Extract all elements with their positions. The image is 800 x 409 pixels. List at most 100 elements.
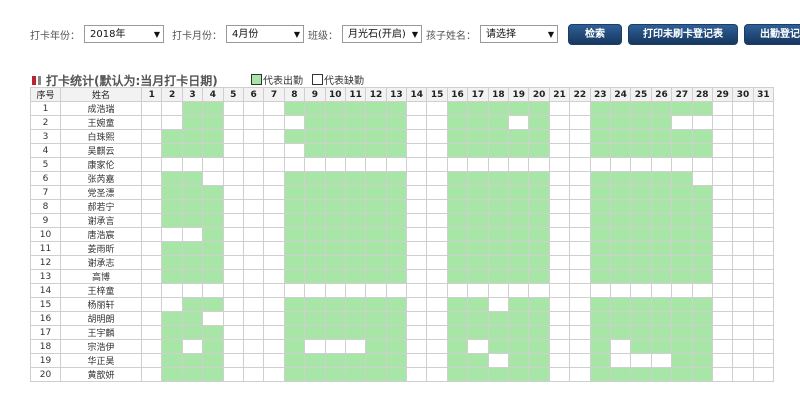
cell-absent (426, 227, 448, 242)
cell-absent (752, 101, 775, 116)
attendance-form-button[interactable]: 出勤登记表 (744, 23, 800, 45)
cell-present (487, 171, 510, 186)
print-unmarked-button[interactable]: 打印未刷卡登记表 (628, 23, 738, 45)
search-button[interactable]: 检索 (568, 23, 622, 45)
year-value: 2018年 (90, 29, 126, 40)
cell-present (467, 171, 489, 186)
cell-present (671, 269, 693, 284)
cell-present (304, 241, 326, 256)
cell-present (528, 269, 550, 284)
cell-present (508, 171, 530, 186)
cell-absent (426, 129, 448, 144)
cell-present (365, 325, 387, 340)
cell-present (487, 255, 510, 270)
cell-present (446, 101, 469, 116)
table-row: 3 白珠熙 (30, 129, 775, 144)
cell-present (467, 101, 489, 116)
cell-absent (569, 199, 591, 214)
cell-present (589, 353, 611, 368)
cell-absent (569, 143, 591, 158)
cell-present (202, 143, 224, 158)
cell-present (630, 213, 652, 228)
cell-present (467, 297, 489, 312)
header-day: 24 (609, 87, 632, 102)
cell-present (528, 311, 550, 326)
cell-absent (752, 283, 775, 298)
header-day: 8 (283, 87, 306, 102)
child-select[interactable]: 请选择 ▼ (480, 25, 558, 43)
cell-present (589, 325, 611, 340)
cell-present (324, 185, 346, 200)
cell-absent (528, 157, 550, 172)
cell-absent (242, 353, 265, 368)
cell-absent (691, 115, 713, 130)
cell-present (324, 269, 346, 284)
cell-present (304, 227, 326, 242)
table-row: 13 高博 (30, 269, 775, 284)
cell-present (691, 129, 713, 144)
cell-present (528, 115, 550, 130)
header-day: 26 (650, 87, 673, 102)
cell-present (650, 171, 673, 186)
cell-present (609, 213, 632, 228)
cell-present (446, 353, 469, 368)
cell-absent (406, 143, 428, 158)
cell-present (609, 367, 632, 382)
cell-absent (222, 129, 244, 144)
cell-present (161, 143, 183, 158)
cell-present (365, 353, 387, 368)
cell-absent (711, 129, 734, 144)
cell-present (691, 241, 713, 256)
cell-absent (446, 157, 469, 172)
cell-present (202, 213, 224, 228)
row-name: 姜雨昕 (60, 241, 142, 256)
cell-absent (406, 199, 428, 214)
row-name: 康家伦 (60, 157, 142, 172)
cell-present (202, 325, 224, 340)
cell-present (181, 213, 204, 228)
cell-absent (732, 297, 754, 312)
cell-present (202, 101, 224, 116)
table-row: 20 黄歆妍 (30, 367, 775, 382)
cell-present (671, 241, 693, 256)
cell-absent (406, 255, 428, 270)
row-index: 3 (30, 129, 61, 144)
class-select[interactable]: 月光石(开启) ▼ (342, 25, 422, 43)
cell-absent (406, 325, 428, 340)
cell-present (630, 101, 652, 116)
cell-present (609, 311, 632, 326)
year-select[interactable]: 2018年 ▼ (84, 25, 164, 43)
cell-present (202, 227, 224, 242)
cell-absent (140, 185, 163, 200)
row-name: 宗浩伊 (60, 339, 142, 354)
cell-present (528, 255, 550, 270)
cell-absent (487, 157, 510, 172)
header-day: 19 (508, 87, 530, 102)
cell-present (181, 353, 204, 368)
cell-absent (140, 241, 163, 256)
cell-absent (263, 367, 285, 382)
header-day: 30 (732, 87, 754, 102)
cell-present (671, 227, 693, 242)
table-row: 9 谢承言 (30, 213, 775, 228)
cell-present (528, 213, 550, 228)
cell-present (671, 101, 693, 116)
cell-present (487, 241, 510, 256)
cell-absent (671, 157, 693, 172)
cell-absent (426, 101, 448, 116)
cell-present (365, 339, 387, 354)
month-select[interactable]: 4月份 ▼ (226, 25, 304, 43)
cell-present (487, 185, 510, 200)
cell-absent (242, 157, 265, 172)
cell-present (446, 199, 469, 214)
cell-present (528, 199, 550, 214)
child-label: 孩子姓名： (426, 30, 476, 42)
cell-present (446, 255, 469, 270)
cell-absent (406, 213, 428, 228)
cell-absent (161, 115, 183, 130)
header-day: 22 (569, 87, 591, 102)
cell-present (650, 143, 673, 158)
cell-present (446, 297, 469, 312)
cell-absent (242, 199, 265, 214)
cell-absent (732, 199, 754, 214)
